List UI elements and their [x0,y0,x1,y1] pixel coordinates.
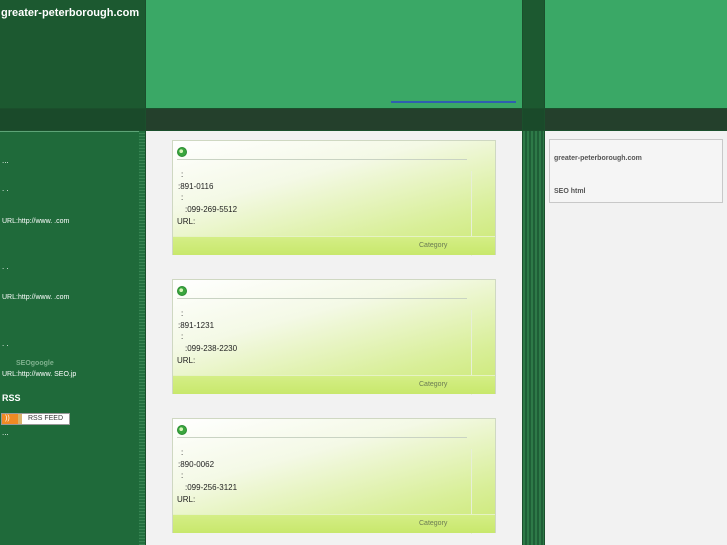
card-phone: :099-238-2230 [185,344,238,353]
rss-feed-button[interactable]: )) RSS FEED [1,413,70,425]
nav-strip-left [0,109,145,130]
header-underline [391,101,516,103]
site-title[interactable]: greater-peterborough.com [1,7,139,19]
sidebar-dots: ... [2,156,9,165]
nav-strip-right [545,109,727,130]
left-sidebar [0,131,145,545]
category-link[interactable]: Category [419,242,447,249]
sidebar-dots: ... [2,428,9,437]
card-label: : [181,448,184,457]
card-footer: Category [173,236,495,255]
card-url[interactable]: URL: [177,217,195,226]
column-divider [523,131,544,545]
seogoogle-link[interactable]: SEOgoogle [16,360,54,367]
card-label: : [181,193,184,202]
card-label: : [181,309,184,318]
category-link[interactable]: Category [419,381,447,388]
nav-strip-divider [523,109,544,130]
shop-card: : :890-0062 : :099-256-3121 URL: Categor… [172,418,496,534]
leaf-icon [177,286,187,296]
sidebar-url-link[interactable]: URL:http://www. .com [2,218,69,225]
category-link[interactable]: Category [419,520,447,527]
card-label: : [181,170,184,179]
rss-icon: )) [2,414,18,424]
card-label: : [181,332,184,341]
sidebar-text: . . [2,262,9,271]
info-seo-link[interactable]: SEO html [554,188,586,195]
shop-card: : :891-0116 : :099-269-5512 URL: Categor… [172,140,496,256]
card-title-rule [177,437,467,438]
rss-heading: RSS [2,393,21,403]
header-right-block [545,0,727,108]
header-banner [146,0,522,108]
card-footer: Category [173,514,495,533]
card-label: : [181,471,184,480]
sidebar-text: . . [2,339,9,348]
card-phone: :099-256-3121 [185,483,238,492]
header-divider [523,0,544,108]
sidebar-text: . . [2,184,9,193]
sidebar-stripe [139,131,145,545]
card-title-rule [177,159,467,160]
info-box: greater-peterborough.com SEO html [549,139,723,203]
card-postal-code: :891-1231 [178,321,215,330]
sidebar-url-link[interactable]: URL:http://www. .com [2,294,69,301]
card-url[interactable]: URL: [177,495,195,504]
info-site-link[interactable]: greater-peterborough.com [554,155,642,162]
card-title-rule [177,298,467,299]
leaf-icon [177,147,187,157]
card-postal-code: :891-0116 [178,182,214,191]
nav-strip-main [146,109,522,130]
sidebar-url-link[interactable]: URL:http://www. SEO.jp [2,371,76,378]
card-footer: Category [173,375,495,394]
card-phone: :099-269-5512 [185,205,238,214]
leaf-icon [177,425,187,435]
card-postal-code: :890-0062 [178,460,215,469]
card-url[interactable]: URL: [177,356,195,365]
shop-card: : :891-1231 : :099-238-2230 URL: Categor… [172,279,496,395]
rss-feed-label: RSS FEED [28,415,64,422]
rss-button-divider [18,414,22,424]
